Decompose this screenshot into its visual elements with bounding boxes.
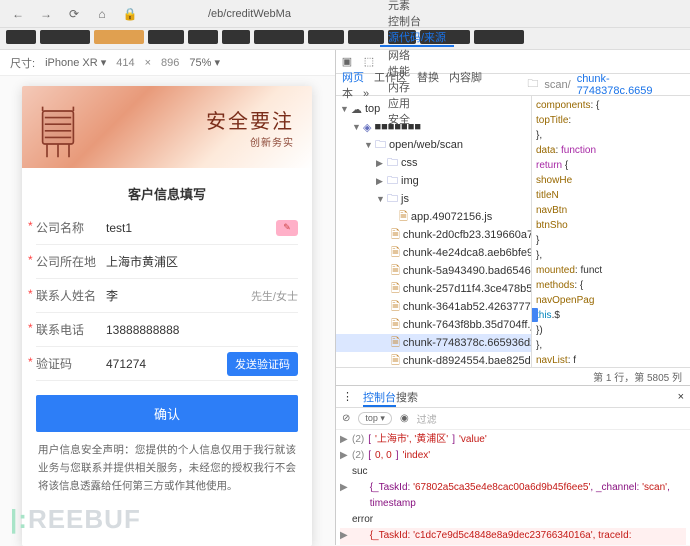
tree-row[interactable]: 🗎chunk-4e24dca8.aeb6bfe9.js	[336, 244, 531, 262]
phone-label: 联系电话	[36, 321, 106, 338]
tree-row[interactable]: ▼🗀js	[336, 190, 531, 208]
tree-row[interactable]: 🗎chunk-5a943490.bad65463.js	[336, 262, 531, 280]
tree-row[interactable]: 🗎chunk-7643f8bb.35d704ff.js	[336, 316, 531, 334]
file-tree[interactable]: ▼☁top▼◈■■■■■■■▼🗀open/web/scan▶🗀css▶🗀img▼…	[336, 96, 532, 367]
bookmark-item[interactable]	[254, 30, 304, 44]
inspect-icon[interactable]: ▣	[336, 55, 358, 68]
contact-input[interactable]: 李	[106, 287, 251, 304]
tree-row[interactable]: 🗎app.49072156.js	[336, 208, 531, 226]
eye-icon[interactable]: ◉	[400, 413, 409, 424]
console-line[interactable]: ▶{_TaskId: 'c1dc7e9d5c4848e8a9dec2376634…	[340, 528, 686, 545]
console-line[interactable]: suc	[340, 464, 686, 480]
tree-row[interactable]: 🗎chunk-257d11f4.3ce478b5.js	[336, 280, 531, 298]
tree-row[interactable]: 🗎chunk-2d0cfb23.319660a7.js	[336, 226, 531, 244]
devtools-tab[interactable]: 控制台	[380, 13, 454, 29]
bookmark-item[interactable]	[94, 30, 144, 44]
bookmarks-bar	[0, 28, 690, 50]
bookmark-item[interactable]	[308, 30, 344, 44]
forward-button[interactable]: →	[36, 4, 56, 24]
drawer-collapse-icon[interactable]: ⋮	[342, 390, 353, 403]
form-title: 客户信息填写	[36, 176, 298, 211]
close-drawer-icon[interactable]: ×	[678, 391, 684, 403]
devtools-pane: ▣ ⬚ 元素控制台源代码/来源网络性能内存应用安全 网页工作区替换内容脚本» 🗀…	[335, 50, 690, 545]
tree-row[interactable]: ▼☁top	[336, 100, 531, 118]
lock-icon: 🔒	[120, 4, 140, 24]
bookmark-item[interactable]	[474, 30, 524, 44]
mobile-preview-pane: 尺寸: iPhone XR ▾ 414 × 896 75% ▾ 安全要注 创新务…	[0, 50, 335, 545]
device-width[interactable]: 414	[116, 57, 134, 69]
sources-subtab[interactable]: 工作区	[374, 72, 407, 84]
banner-text: 安全要注 创新务实	[206, 105, 294, 149]
contact-label: 联系人姓名	[36, 287, 106, 304]
code-input[interactable]: 471274	[106, 357, 227, 371]
tree-row[interactable]: ▶🗀css	[336, 154, 531, 172]
bookmark-item[interactable]	[148, 30, 184, 44]
console-line[interactable]: ▶{_TaskId: '67802a5ca35e4e8cac00a6d9b45f…	[340, 480, 686, 512]
device-height[interactable]: 896	[161, 57, 179, 69]
devtools-tab[interactable]: 网络	[380, 47, 454, 63]
sources-subtab[interactable]: 网页	[342, 72, 364, 84]
disclaimer-text: 用户信息安全声明：您提供的个人信息仅用于我行就该业务与您联系并提供相关服务，未经…	[36, 442, 298, 496]
tree-row[interactable]: ▶🗀img	[336, 172, 531, 190]
devtools-tab[interactable]: 源代码/来源	[380, 29, 454, 47]
console-tab[interactable]: 搜索	[396, 392, 418, 404]
scan-folder-icon: 🗀	[527, 75, 538, 94]
sources-subtabs: 网页工作区替换内容脚本» 🗀 scan/ chunk-7748378c.6659	[336, 74, 690, 96]
console-drawer: ⋮ 控制台搜索 × ⊘ top ▾ ◉ 过滤 ▶(2) ['上海市', '黄浦区…	[336, 385, 690, 545]
current-file-tab[interactable]: chunk-7748378c.6659	[577, 73, 684, 97]
bookmark-item[interactable]	[6, 30, 36, 44]
device-mode-icon[interactable]: ⬚	[358, 55, 380, 68]
tree-row[interactable]: 🗎chunk-7748378c.665936d2.js	[336, 334, 531, 352]
console-line[interactable]: ▶(2) [0, 0] 'index'	[340, 448, 686, 464]
console-tab[interactable]: 控制台	[363, 392, 396, 407]
context-select[interactable]: top ▾	[358, 412, 392, 425]
clear-console-icon[interactable]: ⊘	[342, 413, 350, 424]
submit-button[interactable]: 确认	[36, 395, 298, 432]
editor-status: 第 1 行，第 5805 列	[336, 367, 690, 385]
console-line[interactable]: error	[340, 512, 686, 528]
device-select[interactable]: iPhone XR ▾	[45, 56, 106, 69]
sources-subtab[interactable]: 替换	[417, 72, 439, 84]
devtools-tab[interactable]: 元素	[380, 0, 454, 13]
send-code-button[interactable]: 发送验证码	[227, 352, 298, 376]
contact-suffix: 先生/女士	[251, 288, 298, 304]
size-label: 尺寸:	[10, 55, 35, 71]
tree-row[interactable]: 🗎chunk-3641ab52.42637773.js	[336, 298, 531, 316]
reload-button[interactable]: ⟳	[64, 4, 84, 24]
back-button[interactable]: ←	[8, 4, 28, 24]
tree-row[interactable]: ▼◈■■■■■■■	[336, 118, 531, 136]
code-editor[interactable]: components: { topTitle:},data: function …	[532, 96, 690, 367]
bookmark-item[interactable]	[222, 30, 250, 44]
location-label: 公司所在地	[36, 253, 106, 270]
tripod-icon	[36, 104, 80, 162]
edit-icon[interactable]: ✎	[276, 220, 298, 236]
console-line[interactable]: ▶(2) ['上海市', '黄浦区'] 'value'	[340, 432, 686, 448]
device-toolbar: 尺寸: iPhone XR ▾ 414 × 896 75% ▾	[0, 50, 335, 76]
location-input[interactable]: 上海市黄浦区	[106, 253, 298, 270]
code-label: 验证码	[36, 355, 106, 372]
filter-input[interactable]: 过滤	[417, 411, 437, 426]
bookmark-item[interactable]	[40, 30, 90, 44]
zoom-select[interactable]: 75% ▾	[189, 56, 220, 69]
tree-row[interactable]: ▼🗀open/web/scan	[336, 136, 531, 154]
home-button[interactable]: ⌂	[92, 4, 112, 24]
bookmark-item[interactable]	[188, 30, 218, 44]
mobile-viewport: 安全要注 创新务实 客户信息填写 公司名称 test1 ✎ 公司所在地 上海市黄…	[22, 86, 312, 546]
bookmark-item[interactable]	[348, 30, 384, 44]
company-label: 公司名称	[36, 219, 106, 236]
tree-row[interactable]: 🗎chunk-d8924554.bae825d6.js	[336, 352, 531, 367]
company-input[interactable]: test1	[106, 221, 276, 235]
phone-input[interactable]: 13888888888	[106, 323, 298, 337]
watermark: |:REEBUF	[10, 504, 141, 535]
browser-toolbar: ← → ⟳ ⌂ 🔒 /eb/creditWebMa	[0, 0, 690, 28]
page-banner: 安全要注 创新务实	[22, 86, 312, 168]
